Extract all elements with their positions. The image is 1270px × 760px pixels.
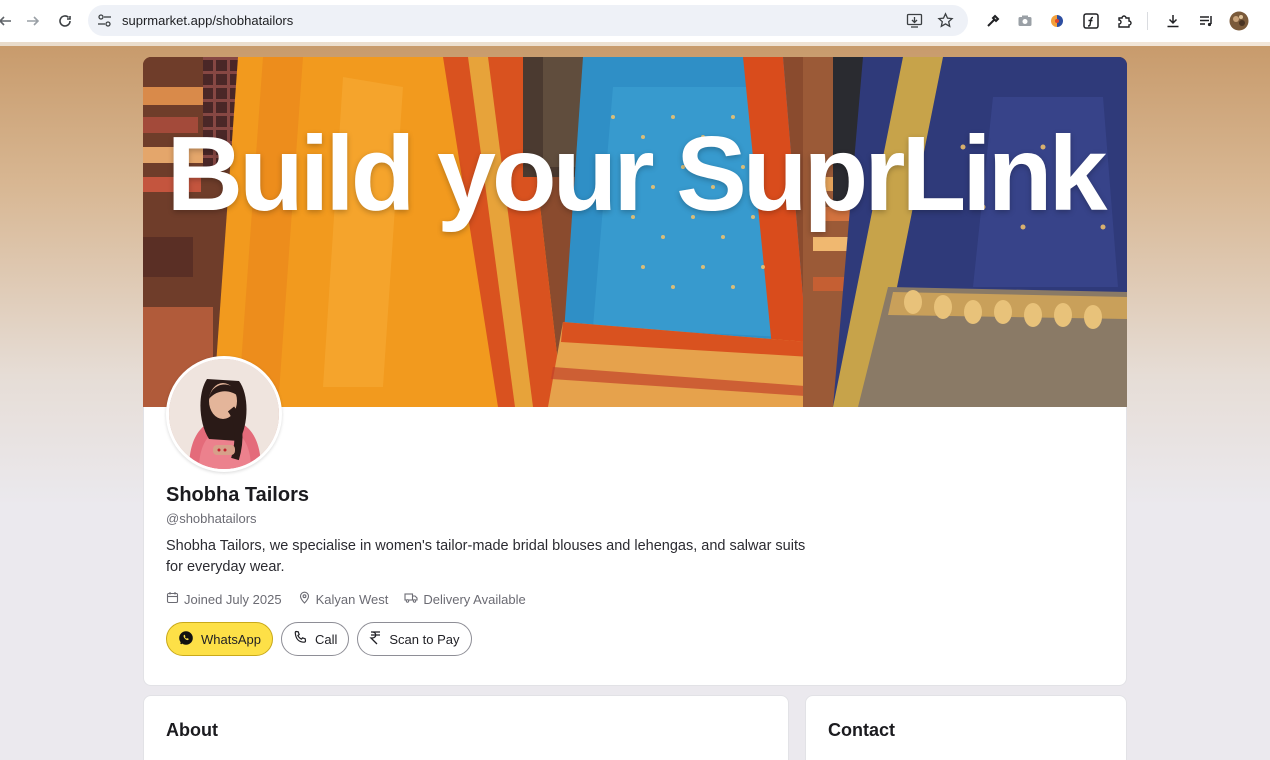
browser-toolbar: suprmarket.app/shobhatailors	[0, 0, 1270, 42]
font-icon[interactable]	[1080, 10, 1102, 32]
puzzle-icon[interactable]	[1113, 10, 1135, 32]
about-panel: About	[143, 695, 789, 760]
whatsapp-icon	[178, 630, 194, 649]
delivery-text: Delivery Available	[423, 591, 526, 607]
extension-icon[interactable]	[1046, 10, 1068, 32]
profile-bio: Shobha Tailors, we specialise in women's…	[166, 538, 806, 575]
install-app-icon[interactable]	[906, 12, 923, 34]
profile-meta: Joined July 2025 Kalyan West Delivery Av…	[166, 590, 526, 608]
toolbar-divider	[1147, 12, 1148, 30]
media-control-icon[interactable]	[1195, 10, 1217, 32]
address-bar[interactable]: suprmarket.app/shobhatailors	[88, 5, 968, 36]
calendar-icon	[166, 591, 179, 607]
camera-icon[interactable]	[1014, 10, 1036, 32]
forward-arrow-icon[interactable]	[22, 10, 44, 32]
back-arrow-icon[interactable]	[0, 10, 16, 32]
call-label: Call	[314, 631, 338, 647]
toolbar-shadow	[0, 42, 1270, 46]
whatsapp-button[interactable]: WhatsApp	[166, 622, 273, 656]
call-button[interactable]: Call	[280, 622, 350, 656]
bookmark-star-icon[interactable]	[937, 12, 954, 34]
reload-icon[interactable]	[54, 10, 76, 32]
delivery-info: Delivery Available	[404, 591, 526, 607]
profile-avatar-image	[166, 356, 282, 472]
cover-banner: Build your SuprLink	[143, 57, 1127, 407]
phone-icon	[293, 630, 308, 648]
location-info: Kalyan West	[298, 591, 389, 607]
site-settings-icon[interactable]	[97, 13, 112, 33]
map-pin-icon	[298, 591, 311, 607]
banner-title: Build your SuprLink	[166, 115, 1108, 233]
scan-to-pay-button[interactable]: Scan to Pay	[357, 622, 472, 656]
eyedropper-icon[interactable]	[982, 10, 1004, 32]
joined-info: Joined July 2025	[166, 591, 282, 607]
scan-label: Scan to Pay	[389, 631, 460, 647]
location-text: Kalyan West	[315, 591, 389, 607]
contact-panel: Contact	[805, 695, 1127, 760]
url-text[interactable]: suprmarket.app/shobhatailors	[122, 13, 293, 28]
truck-icon	[404, 591, 418, 607]
about-heading: About	[166, 720, 218, 740]
profile-avatar[interactable]	[1228, 10, 1250, 32]
contact-heading: Contact	[828, 720, 895, 740]
rupee-icon	[369, 630, 382, 648]
profile-handle: @shobhatailors	[166, 511, 257, 526]
action-buttons: WhatsApp Call Scan to Pay	[166, 622, 472, 656]
whatsapp-label: WhatsApp	[201, 631, 261, 647]
profile-name: Shobha Tailors	[166, 484, 309, 506]
download-icon[interactable]	[1162, 10, 1184, 32]
joined-text: Joined July 2025	[184, 591, 282, 607]
